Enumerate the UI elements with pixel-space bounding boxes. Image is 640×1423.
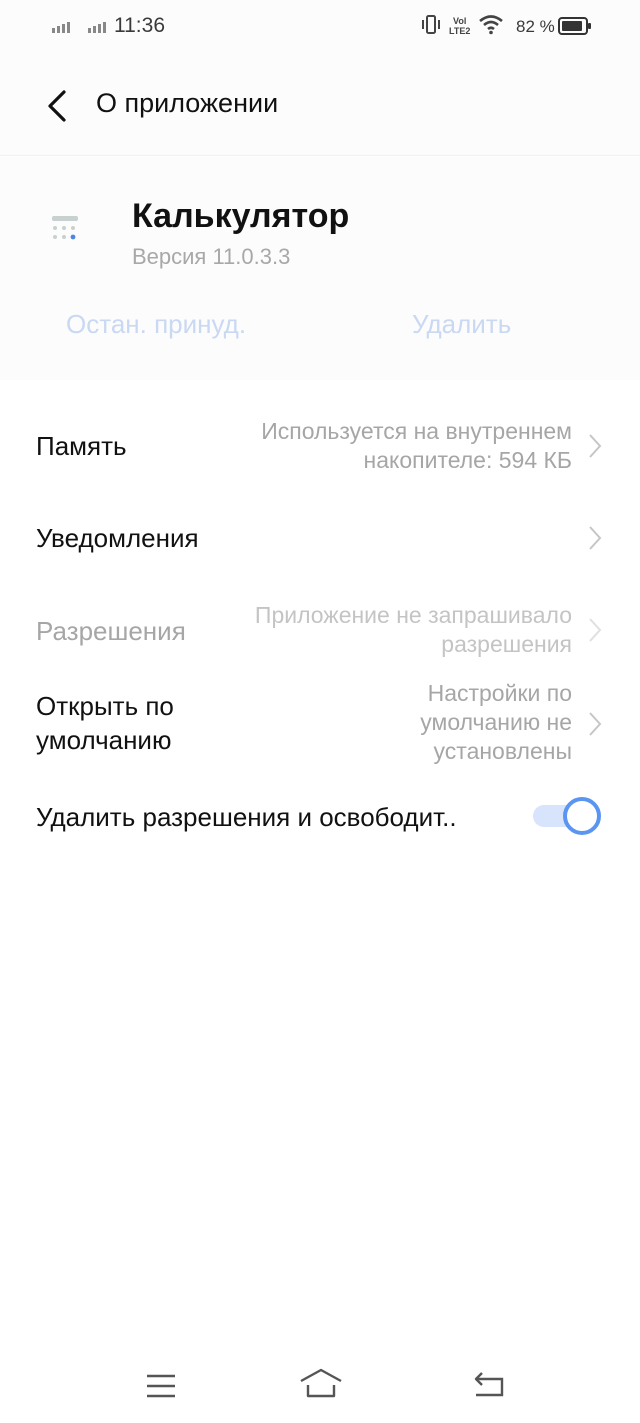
memory-value: Используется на внутреннем накопителе: 5… <box>261 417 572 475</box>
permissions-row: Разрешения Приложение не запрашивало раз… <box>0 590 640 670</box>
open-by-default-label-line: умолчанию <box>36 725 172 755</box>
signal-icon <box>52 17 70 33</box>
permissions-value-line: Приложение не запрашивало <box>254 602 572 628</box>
uninstall-button[interactable]: Удалить <box>412 309 511 340</box>
chevron-right-icon <box>589 526 602 550</box>
chevron-right-icon <box>589 712 602 736</box>
app-name: Калькулятор <box>132 197 350 235</box>
force-stop-button[interactable]: Остан. принуд. <box>66 309 246 340</box>
open-by-default-label: Открыть по умолчанию <box>36 689 174 757</box>
open-by-default-value: Настройки по умолчанию не установлены <box>420 679 572 766</box>
chevron-right-icon <box>589 434 602 458</box>
memory-label: Память <box>36 431 127 461</box>
open-by-default-value-line: Настройки по <box>427 680 572 706</box>
calculator-icon <box>52 216 78 240</box>
signal-icon <box>88 17 106 33</box>
open-by-default-label-line: Открыть по <box>36 691 174 721</box>
permissions-label: Разрешения <box>36 616 186 646</box>
memory-value-line: Используется на внутреннем <box>261 418 572 444</box>
chevron-left-icon[interactable] <box>40 86 76 126</box>
battery-icon <box>558 17 591 35</box>
home-icon[interactable] <box>298 1367 344 1399</box>
back-icon[interactable] <box>472 1371 506 1399</box>
permissions-value-line: разрешения <box>441 631 572 657</box>
app-info-section: Калькулятор Версия 11.0.3.3 Остан. прину… <box>0 157 640 380</box>
remove-permissions-label: Удалить разрешения и освободит.. <box>36 802 457 832</box>
menu-icon[interactable] <box>145 1373 177 1399</box>
permissions-value: Приложение не запрашивало разрешения <box>255 601 572 659</box>
open-by-default-value-line: установлены <box>433 738 572 764</box>
app-bar: О приложении <box>0 56 640 156</box>
chevron-right-icon <box>589 618 602 642</box>
volte-bottom-label: LTE2 <box>449 26 471 36</box>
app-version: Версия 11.0.3.3 <box>132 244 291 269</box>
page-title: О приложении <box>96 88 279 118</box>
memory-value-line: накопителе: 594 КБ <box>363 447 572 473</box>
notifications-label: Уведомления <box>36 523 199 553</box>
status-time: 11:36 <box>114 14 165 37</box>
notifications-row[interactable]: Уведомления <box>0 500 640 580</box>
memory-row[interactable]: Память Используется на внутреннем накопи… <box>0 400 640 492</box>
wifi-icon <box>479 15 503 35</box>
battery-percent: 82 % <box>516 17 555 36</box>
remove-permissions-toggle[interactable] <box>533 796 605 836</box>
volte-top-label: Vol <box>453 16 467 26</box>
vibrate-icon <box>422 15 440 34</box>
navigation-bar <box>0 1345 640 1423</box>
volte-icon: Vol LTE2 <box>449 16 470 36</box>
status-bar: 11:36 Vol LTE2 82 % <box>0 0 640 56</box>
toggle-knob <box>563 797 601 835</box>
open-by-default-value-line: умолчанию не <box>420 709 572 735</box>
open-by-default-row[interactable]: Открыть по умолчанию Настройки по умолча… <box>0 676 640 776</box>
